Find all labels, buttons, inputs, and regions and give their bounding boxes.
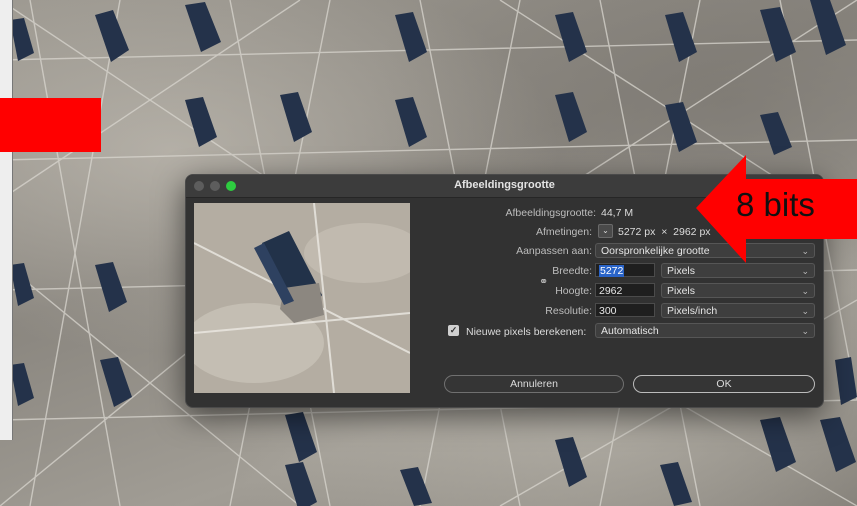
height-label: Hoogte: — [555, 285, 592, 297]
fit-to-label: Aanpassen aan: — [516, 245, 592, 257]
chevron-down-icon: ⌄ — [801, 326, 809, 336]
checkmark-icon: ✓ — [449, 325, 458, 335]
ok-button[interactable]: OK — [633, 375, 815, 393]
width-value: 5272 — [599, 265, 625, 277]
height-unit-select[interactable]: Pixels ⌄ — [661, 283, 815, 298]
width-unit-value: Pixels — [667, 265, 696, 277]
dimensions-dropdown-toggle[interactable]: ⌄ — [598, 224, 613, 238]
resolution-unit-select[interactable]: Pixels/inch ⌄ — [661, 303, 815, 318]
preview-thumbnail — [194, 203, 410, 393]
red-annotation-box — [0, 98, 101, 152]
resolution-input[interactable]: 300 — [595, 303, 655, 317]
width-input[interactable]: 5272 — [595, 263, 655, 277]
resample-label: Nieuwe pixels berekenen: — [466, 326, 587, 338]
left-tool-panel — [0, 0, 13, 440]
resample-checkbox[interactable]: ✓ — [448, 325, 459, 336]
width-label: Breedte: — [552, 265, 592, 277]
resolution-unit-value: Pixels/inch — [667, 305, 718, 317]
fit-to-value: Oorspronkelijke grootte — [601, 245, 710, 257]
chevron-down-icon: ⌄ — [602, 226, 609, 235]
dimensions-label: Afmetingen: — [535, 226, 592, 238]
image-size-label: Afbeeldingsgrootte: — [505, 207, 596, 219]
image-preview[interactable] — [194, 203, 410, 393]
height-input[interactable]: 2962 — [595, 283, 655, 297]
annotation-text: 8 bits — [736, 186, 815, 223]
image-size-value: 44,7 M — [601, 207, 634, 219]
resolution-label: Resolutie: — [545, 305, 592, 317]
height-unit-value: Pixels — [667, 285, 696, 297]
chevron-down-icon: ⌄ — [801, 286, 809, 296]
cancel-button[interactable]: Annuleren — [444, 375, 624, 393]
resample-method-select[interactable]: Automatisch ⌄ — [595, 323, 815, 338]
resample-method-value: Automatisch — [601, 325, 659, 337]
chevron-down-icon: ⌄ — [801, 306, 809, 316]
